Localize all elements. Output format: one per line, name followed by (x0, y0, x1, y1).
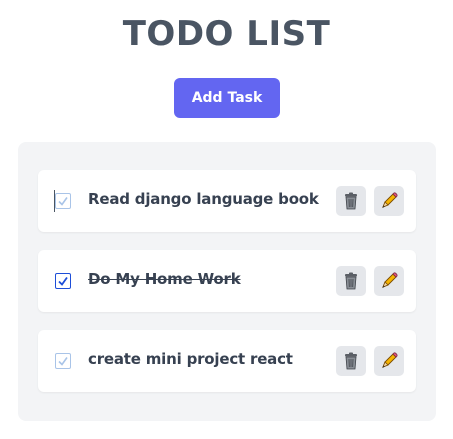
delete-task-button[interactable] (336, 346, 366, 376)
todo-app: TODO LIST Add Task Read django language … (0, 0, 453, 439)
task-checkbox[interactable] (55, 353, 71, 369)
page-title: TODO LIST (122, 14, 331, 54)
task-item: create mini project react (38, 330, 416, 392)
edit-task-button[interactable] (374, 346, 404, 376)
add-task-button[interactable]: Add Task (174, 78, 280, 118)
checkmark-icon (58, 276, 68, 286)
trash-can-icon (345, 192, 357, 210)
task-label: Read django language book (88, 190, 319, 208)
trash-can-icon (345, 352, 357, 370)
task-checkbox[interactable] (55, 193, 71, 209)
pencil-icon (382, 352, 398, 368)
delete-task-button[interactable] (336, 266, 366, 296)
delete-task-button[interactable] (336, 186, 366, 216)
task-item: Do My Home Work (38, 250, 416, 312)
pencil-icon (382, 272, 398, 288)
trash-can-icon (345, 272, 357, 290)
checkmark-icon (58, 357, 68, 366)
task-list: Read django language book Do My Home Wor… (18, 142, 436, 421)
edit-task-button[interactable] (374, 266, 404, 296)
edit-task-button[interactable] (374, 186, 404, 216)
checkmark-icon (58, 197, 68, 206)
task-label: Do My Home Work (88, 270, 241, 288)
task-label: create mini project react (88, 350, 293, 368)
task-checkbox[interactable] (55, 273, 71, 289)
task-item: Read django language book (38, 170, 416, 232)
pencil-icon (382, 192, 398, 208)
